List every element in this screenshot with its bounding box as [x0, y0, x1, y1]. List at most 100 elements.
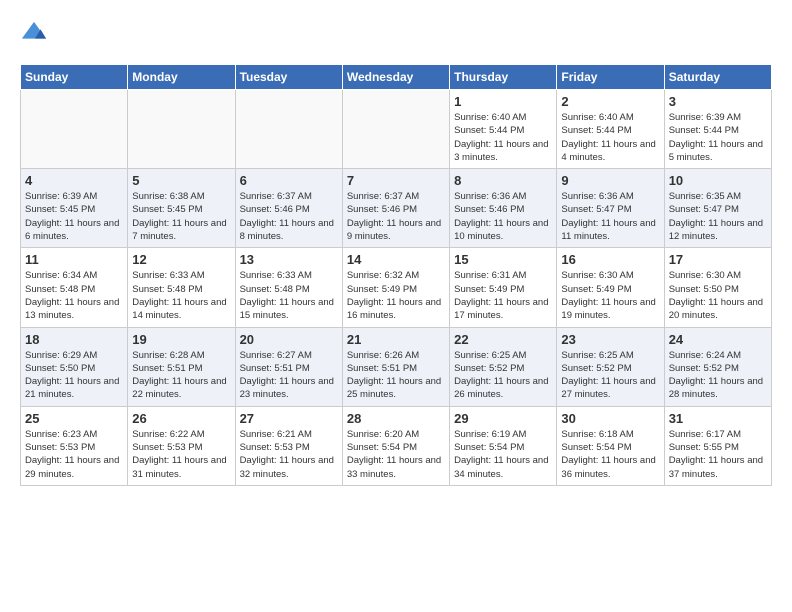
day-number: 24: [669, 332, 767, 347]
day-number: 12: [132, 252, 230, 267]
day-number: 31: [669, 411, 767, 426]
calendar: SundayMondayTuesdayWednesdayThursdayFrid…: [20, 64, 772, 486]
calendar-cell: 16 Sunrise: 6:30 AM Sunset: 5:49 PM Dayli…: [557, 248, 664, 327]
calendar-body: 1 Sunrise: 6:40 AM Sunset: 5:44 PM Daylig…: [21, 90, 772, 486]
day-number: 29: [454, 411, 552, 426]
calendar-cell: 18 Sunrise: 6:29 AM Sunset: 5:50 PM Dayli…: [21, 327, 128, 406]
calendar-cell: 12 Sunrise: 6:33 AM Sunset: 5:48 PM Dayli…: [128, 248, 235, 327]
day-number: 28: [347, 411, 445, 426]
day-info: Sunrise: 6:25 AM Sunset: 5:52 PM Dayligh…: [454, 349, 552, 402]
calendar-cell: 21 Sunrise: 6:26 AM Sunset: 5:51 PM Dayli…: [342, 327, 449, 406]
day-number: 7: [347, 173, 445, 188]
day-info: Sunrise: 6:34 AM Sunset: 5:48 PM Dayligh…: [25, 269, 123, 322]
logo: [20, 20, 52, 48]
day-number: 6: [240, 173, 338, 188]
day-number: 17: [669, 252, 767, 267]
day-info: Sunrise: 6:36 AM Sunset: 5:46 PM Dayligh…: [454, 190, 552, 243]
calendar-cell: 23 Sunrise: 6:25 AM Sunset: 5:52 PM Dayli…: [557, 327, 664, 406]
day-number: 9: [561, 173, 659, 188]
day-info: Sunrise: 6:36 AM Sunset: 5:47 PM Dayligh…: [561, 190, 659, 243]
calendar-cell: 26Sunrise: 6:22 AM Sunset: 5:53 PM Dayli…: [128, 406, 235, 485]
day-number: 5: [132, 173, 230, 188]
day-number: 18: [25, 332, 123, 347]
day-info: Sunrise: 6:29 AM Sunset: 5:50 PM Dayligh…: [25, 349, 123, 402]
calendar-cell: 3 Sunrise: 6:39 AM Sunset: 5:44 PM Daylig…: [664, 90, 771, 169]
day-info: Sunrise: 6:30 AM Sunset: 5:49 PM Dayligh…: [561, 269, 659, 322]
day-number: 1: [454, 94, 552, 109]
day-info: Sunrise: 6:40 AM Sunset: 5:44 PM Dayligh…: [454, 111, 552, 164]
day-number: 27: [240, 411, 338, 426]
calendar-cell: 7 Sunrise: 6:37 AM Sunset: 5:46 PM Daylig…: [342, 169, 449, 248]
calendar-cell: 31 Sunrise: 6:17 AM Sunset: 5:55 PM Dayli…: [664, 406, 771, 485]
calendar-week-row: 25Sunrise: 6:23 AM Sunset: 5:53 PM Dayli…: [21, 406, 772, 485]
day-info: Sunrise: 6:25 AM Sunset: 5:52 PM Dayligh…: [561, 349, 659, 402]
calendar-cell: 25Sunrise: 6:23 AM Sunset: 5:53 PM Dayli…: [21, 406, 128, 485]
day-number: 10: [669, 173, 767, 188]
calendar-cell: 1 Sunrise: 6:40 AM Sunset: 5:44 PM Daylig…: [450, 90, 557, 169]
day-info: Sunrise: 6:26 AM Sunset: 5:51 PM Dayligh…: [347, 349, 445, 402]
calendar-header-row: SundayMondayTuesdayWednesdayThursdayFrid…: [21, 65, 772, 90]
calendar-cell: [235, 90, 342, 169]
day-info: Sunrise: 6:37 AM Sunset: 5:46 PM Dayligh…: [347, 190, 445, 243]
day-number: 16: [561, 252, 659, 267]
weekday-header: Thursday: [450, 65, 557, 90]
calendar-cell: 13 Sunrise: 6:33 AM Sunset: 5:48 PM Dayli…: [235, 248, 342, 327]
calendar-cell: 19 Sunrise: 6:28 AM Sunset: 5:51 PM Dayli…: [128, 327, 235, 406]
day-number: 11: [25, 252, 123, 267]
day-number: 13: [240, 252, 338, 267]
calendar-cell: 24 Sunrise: 6:24 AM Sunset: 5:52 PM Dayli…: [664, 327, 771, 406]
day-info: Sunrise: 6:20 AM Sunset: 5:54 PM Dayligh…: [347, 428, 445, 481]
day-info: Sunrise: 6:31 AM Sunset: 5:49 PM Dayligh…: [454, 269, 552, 322]
day-number: 21: [347, 332, 445, 347]
day-number: 19: [132, 332, 230, 347]
day-info: Sunrise: 6:39 AM Sunset: 5:45 PM Dayligh…: [25, 190, 123, 243]
calendar-cell: 6Sunrise: 6:37 AM Sunset: 5:46 PM Daylig…: [235, 169, 342, 248]
day-number: 4: [25, 173, 123, 188]
calendar-cell: 4 Sunrise: 6:39 AM Sunset: 5:45 PM Daylig…: [21, 169, 128, 248]
day-number: 22: [454, 332, 552, 347]
day-info: Sunrise: 6:17 AM Sunset: 5:55 PM Dayligh…: [669, 428, 767, 481]
calendar-week-row: 1 Sunrise: 6:40 AM Sunset: 5:44 PM Daylig…: [21, 90, 772, 169]
day-info: Sunrise: 6:30 AM Sunset: 5:50 PM Dayligh…: [669, 269, 767, 322]
calendar-cell: 11 Sunrise: 6:34 AM Sunset: 5:48 PM Dayli…: [21, 248, 128, 327]
day-number: 2: [561, 94, 659, 109]
calendar-cell: 14 Sunrise: 6:32 AM Sunset: 5:49 PM Dayli…: [342, 248, 449, 327]
day-info: Sunrise: 6:40 AM Sunset: 5:44 PM Dayligh…: [561, 111, 659, 164]
weekday-header: Monday: [128, 65, 235, 90]
day-info: Sunrise: 6:39 AM Sunset: 5:44 PM Dayligh…: [669, 111, 767, 164]
calendar-cell: 8 Sunrise: 6:36 AM Sunset: 5:46 PM Daylig…: [450, 169, 557, 248]
day-number: 8: [454, 173, 552, 188]
calendar-week-row: 11 Sunrise: 6:34 AM Sunset: 5:48 PM Dayli…: [21, 248, 772, 327]
day-number: 3: [669, 94, 767, 109]
day-info: Sunrise: 6:24 AM Sunset: 5:52 PM Dayligh…: [669, 349, 767, 402]
calendar-cell: 2 Sunrise: 6:40 AM Sunset: 5:44 PM Daylig…: [557, 90, 664, 169]
weekday-header: Saturday: [664, 65, 771, 90]
calendar-cell: 28 Sunrise: 6:20 AM Sunset: 5:54 PM Dayli…: [342, 406, 449, 485]
day-info: Sunrise: 6:27 AM Sunset: 5:51 PM Dayligh…: [240, 349, 338, 402]
weekday-header: Friday: [557, 65, 664, 90]
day-number: 23: [561, 332, 659, 347]
day-info: Sunrise: 6:35 AM Sunset: 5:47 PM Dayligh…: [669, 190, 767, 243]
calendar-cell: 27 Sunrise: 6:21 AM Sunset: 5:53 PM Dayli…: [235, 406, 342, 485]
day-info: Sunrise: 6:23 AM Sunset: 5:53 PM Dayligh…: [25, 428, 123, 481]
day-info: Sunrise: 6:21 AM Sunset: 5:53 PM Dayligh…: [240, 428, 338, 481]
day-info: Sunrise: 6:33 AM Sunset: 5:48 PM Dayligh…: [132, 269, 230, 322]
calendar-cell: 5Sunrise: 6:38 AM Sunset: 5:45 PM Daylig…: [128, 169, 235, 248]
page-header: [20, 20, 772, 48]
calendar-cell: 30Sunrise: 6:18 AM Sunset: 5:54 PM Dayli…: [557, 406, 664, 485]
calendar-cell: [128, 90, 235, 169]
day-number: 30: [561, 411, 659, 426]
day-info: Sunrise: 6:28 AM Sunset: 5:51 PM Dayligh…: [132, 349, 230, 402]
day-info: Sunrise: 6:32 AM Sunset: 5:49 PM Dayligh…: [347, 269, 445, 322]
calendar-cell: 10 Sunrise: 6:35 AM Sunset: 5:47 PM Dayli…: [664, 169, 771, 248]
weekday-header: Sunday: [21, 65, 128, 90]
day-info: Sunrise: 6:19 AM Sunset: 5:54 PM Dayligh…: [454, 428, 552, 481]
day-number: 14: [347, 252, 445, 267]
day-info: Sunrise: 6:33 AM Sunset: 5:48 PM Dayligh…: [240, 269, 338, 322]
calendar-cell: 9 Sunrise: 6:36 AM Sunset: 5:47 PM Daylig…: [557, 169, 664, 248]
calendar-cell: [342, 90, 449, 169]
calendar-cell: 17 Sunrise: 6:30 AM Sunset: 5:50 PM Dayli…: [664, 248, 771, 327]
weekday-header: Tuesday: [235, 65, 342, 90]
calendar-cell: 29 Sunrise: 6:19 AM Sunset: 5:54 PM Dayli…: [450, 406, 557, 485]
calendar-week-row: 18 Sunrise: 6:29 AM Sunset: 5:50 PM Dayli…: [21, 327, 772, 406]
